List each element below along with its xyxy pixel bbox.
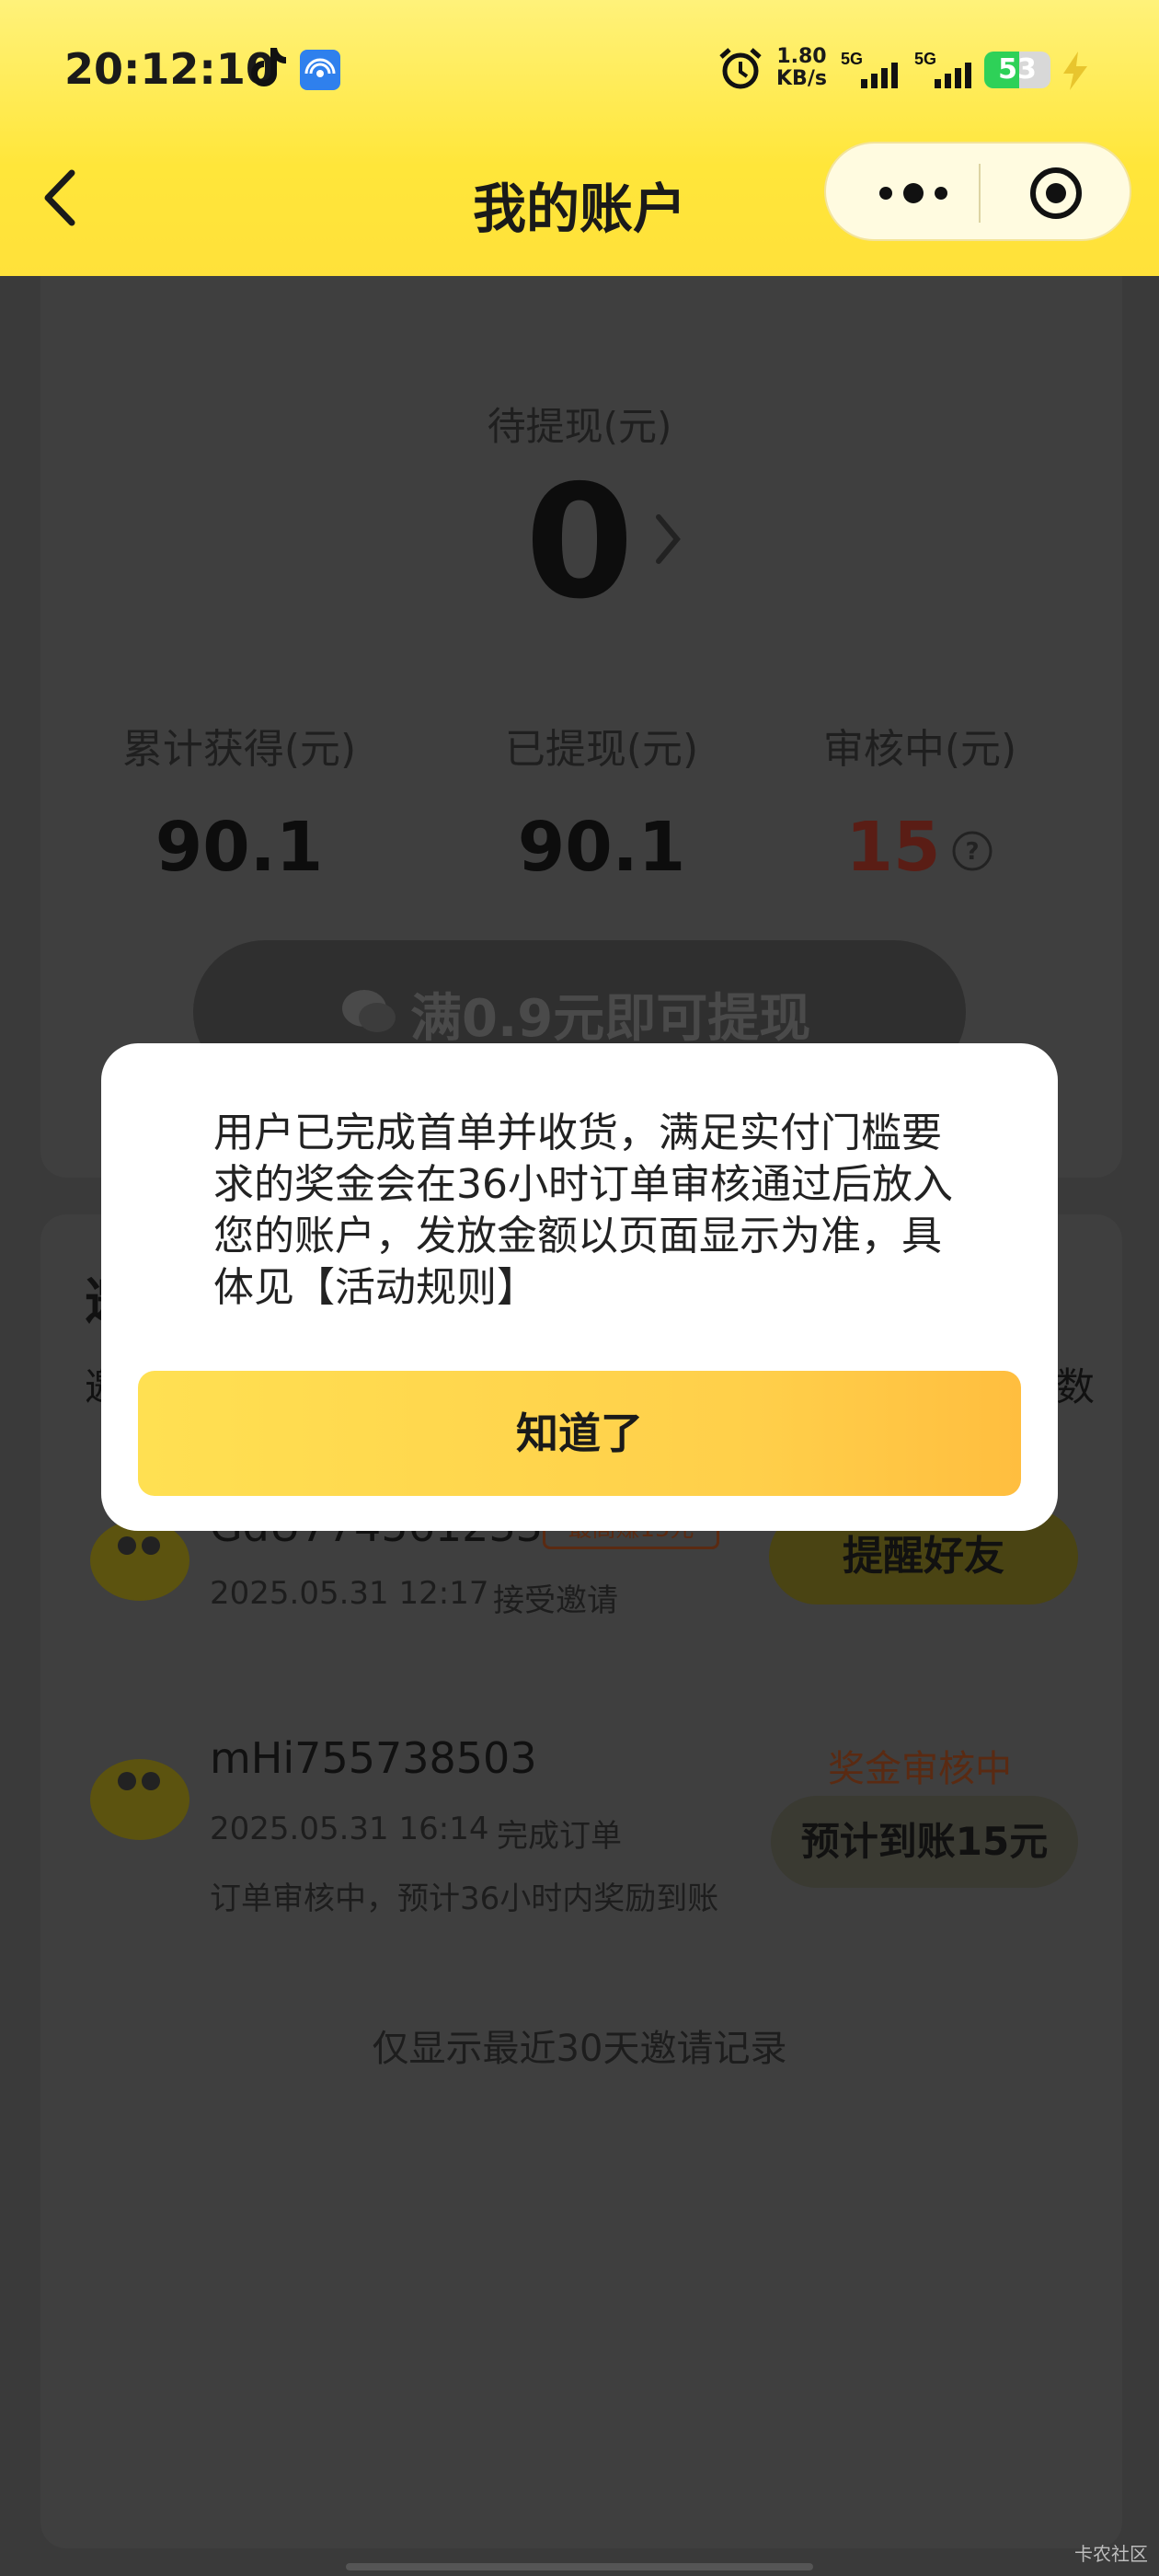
stat-total-earned: 累计获得(元) 90.1 [55, 716, 423, 887]
dialog-message: 用户已完成首单并收货，满足实付门槛要求的奖金会在36小时订单审核通过后放入您的账… [213, 1110, 953, 1311]
stat-label: 累计获得(元) [121, 726, 357, 773]
battery-level: 53 [998, 53, 1037, 86]
bonus-review-status: 奖金审核中 [828, 1748, 1012, 1790]
invite-date: 2025.05.31 16:14 [210, 1811, 489, 1847]
stat-under-review: 审核中(元) 15? [736, 716, 1104, 887]
alarm-icon [719, 48, 762, 89]
record-range-note: 仅显示最近30天邀请记录 [372, 2028, 787, 2070]
withdraw-button-label: 满0.9元即可提现 [410, 989, 811, 1049]
more-dots-icon[interactable] [872, 171, 955, 215]
top-header: 20:12:10 1.80 KB/s 5G 5G 53 我的账户 [0, 0, 1159, 276]
watermark: 卡农社区 [1074, 2543, 1148, 2565]
signal-icon: 5G [841, 50, 898, 88]
avatar [90, 1759, 189, 1840]
stat-value: 15? [736, 808, 1104, 887]
wechat-icon [342, 990, 396, 1032]
target-circle-icon[interactable] [1028, 166, 1084, 221]
cast-icon [300, 50, 340, 90]
invitee-name: mHi755738503 [210, 1733, 537, 1783]
pending-withdraw-label: 待提现(元) [487, 404, 672, 449]
svg-text:?: ? [966, 838, 980, 866]
stat-label: 审核中(元) [822, 726, 1017, 773]
tiktok-icon [251, 48, 286, 86]
invite-status: 接受邀请 [493, 1582, 618, 1619]
expected-payout-button[interactable]: 预计到账15元 [771, 1796, 1078, 1888]
stat-label: 已提现(元) [504, 726, 699, 773]
signal-icon: 5G [914, 50, 971, 88]
invite-section-count: 数 [1056, 1364, 1096, 1409]
stat-value: 90.1 [155, 808, 324, 887]
home-indicator[interactable] [346, 2563, 813, 2570]
signal-label: 5G [841, 50, 863, 68]
info-dialog: 用户已完成首单并收货，满足实付门槛要求的奖金会在36小时订单审核通过后放入您的账… [101, 1043, 1058, 1531]
capsule-divider [979, 164, 981, 223]
got-it-button[interactable]: 知道了 [138, 1371, 1021, 1496]
invite-status: 完成订单 [497, 1818, 622, 1855]
stat-value: 90.1 [517, 808, 686, 887]
status-time: 20:12:10 [64, 44, 275, 94]
bolt-icon [1063, 52, 1087, 90]
mini-program-capsule [824, 142, 1131, 241]
net-speed: 1.80 KB/s [776, 45, 827, 90]
question-help-icon[interactable]: ? [951, 830, 993, 872]
stat-withdrawn: 已提现(元) 90.1 [418, 716, 786, 887]
pending-withdraw-value[interactable]: 0 [0, 460, 1159, 626]
invite-note: 订单审核中，预计36小时内奖励到账 [210, 1880, 719, 1917]
invite-date: 2025.05.31 12:17 [210, 1575, 489, 1612]
chevron-right-icon[interactable] [649, 510, 686, 569]
signal-label: 5G [914, 50, 936, 68]
battery-icon: 53 [984, 52, 1050, 88]
